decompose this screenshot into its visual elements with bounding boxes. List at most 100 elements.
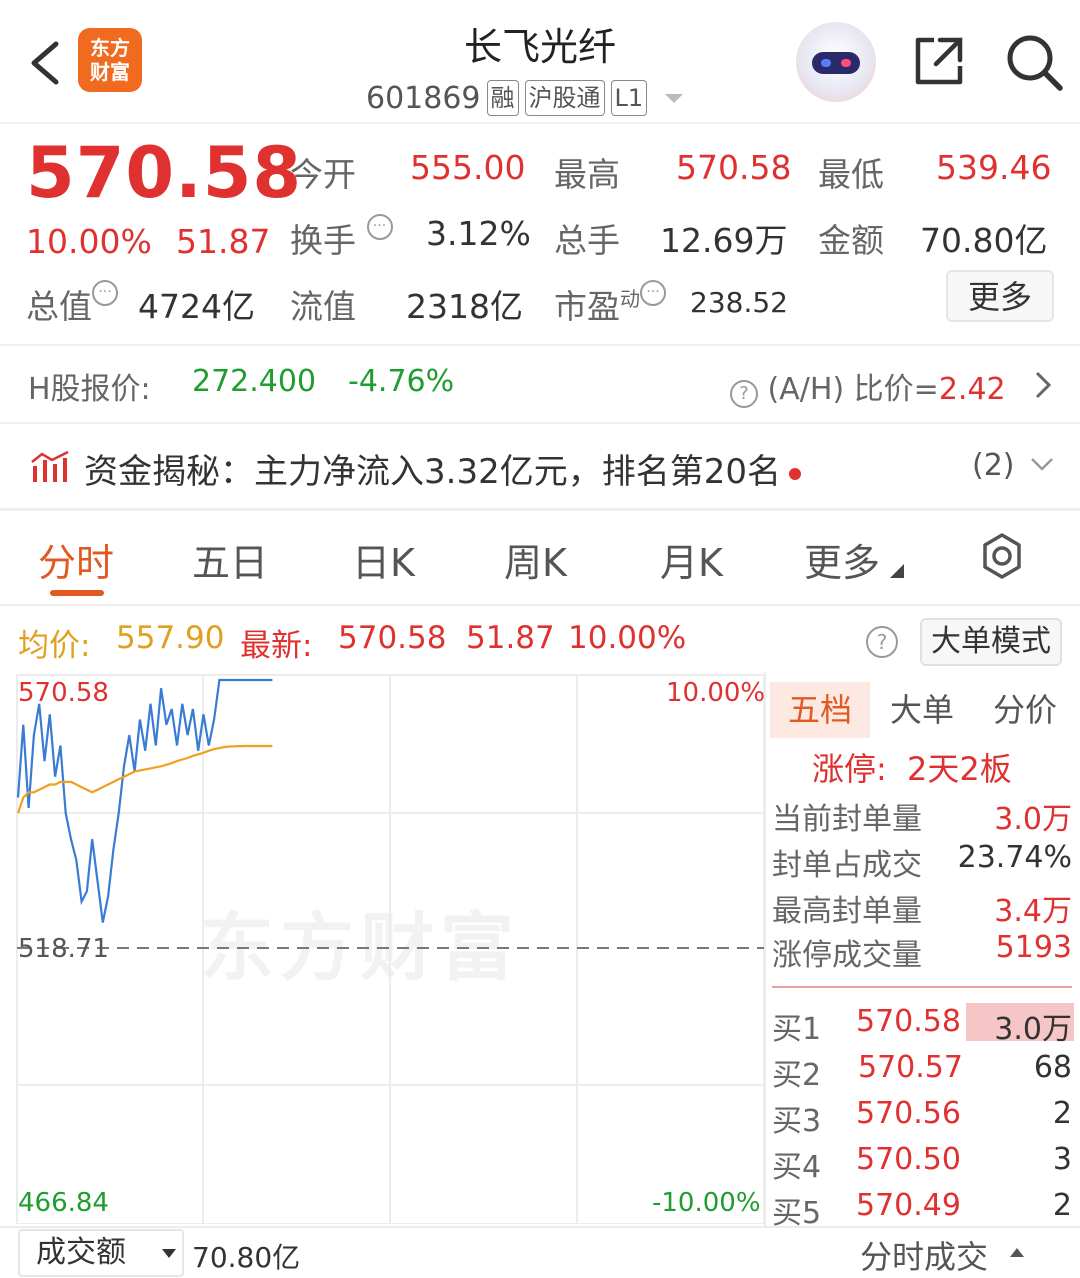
stock-code: 601869 — [366, 80, 481, 116]
tab-weekly-k[interactable]: 周K — [504, 532, 567, 587]
indicator-select-value: 成交额 — [36, 1235, 126, 1270]
market-cap-label: 总值 ··· — [26, 280, 118, 328]
bid-price: 570.56 — [856, 1096, 961, 1131]
settings-gear-icon[interactable] — [978, 532, 1026, 580]
tick-trades-label: 分时成交 — [860, 1238, 989, 1276]
fund-flow-chart-icon — [31, 450, 69, 482]
back-arrow-icon[interactable] — [28, 40, 62, 86]
more-fields-button[interactable]: 更多 — [946, 270, 1054, 322]
pct-max-label: 10.00% — [666, 678, 766, 708]
pe-value: 238.52 — [690, 286, 788, 319]
active-tab-indicator — [50, 590, 104, 596]
float-cap-value: 2318亿 — [406, 287, 523, 326]
chevron-right-icon[interactable] — [1034, 370, 1052, 400]
ah-ratio[interactable]: ? (A/H) 比价=2.42 — [730, 364, 1006, 408]
price-series — [16, 678, 273, 923]
stat-value: 5193 — [995, 930, 1072, 965]
assistant-robot-icon[interactable] — [796, 22, 876, 102]
turnover-label-text: 换手 — [290, 221, 356, 260]
expand-caret-icon[interactable] — [665, 93, 684, 103]
avg-price-line — [16, 744, 273, 814]
open-label: 今开 — [290, 155, 356, 194]
order-panel-tabs: 五档 大单 分价 — [770, 682, 1076, 738]
y-max-label: 570.58 — [18, 678, 109, 708]
bid-volume: 2 — [1052, 1096, 1072, 1131]
bid-label: 买2 — [772, 1058, 822, 1093]
low-label: 最低 — [818, 155, 884, 194]
bid-label: 买3 — [772, 1104, 822, 1139]
pe-label: 市盈动 ··· — [554, 280, 666, 328]
avg-price-label: 均价: — [18, 628, 91, 664]
stat-value: 3.0万 — [994, 802, 1072, 837]
volume-label: 总手 — [554, 221, 620, 260]
y-min-label: 466.84 — [18, 1188, 109, 1218]
latest-price: 570.58 — [338, 620, 447, 656]
fund-flow-count: (2) — [972, 448, 1015, 483]
chart-help-icon[interactable]: ? — [866, 626, 898, 658]
bid-label: 买4 — [772, 1150, 822, 1185]
tab-more[interactable]: 更多 — [804, 532, 880, 587]
bid-price: 570.50 — [856, 1142, 961, 1177]
avg-price-series — [16, 744, 273, 814]
chevron-down-icon[interactable] — [1030, 456, 1054, 472]
ah-help-icon[interactable]: ? — [730, 380, 758, 408]
y-mid-label: 518.71 — [18, 934, 109, 964]
corner-triangle-icon — [890, 564, 904, 578]
tab-big-orders[interactable]: 大单 — [872, 682, 972, 738]
bid-price: 570.58 — [856, 1004, 961, 1039]
search-icon[interactable] — [1004, 32, 1064, 92]
turnover-value: 3.12% — [426, 214, 531, 253]
share-icon[interactable] — [910, 32, 968, 90]
chart-grid — [16, 674, 765, 1224]
indicator-value: 70.80亿 — [192, 1241, 301, 1274]
price-line — [16, 678, 273, 923]
big-order-mode-button[interactable]: 大单模式 — [920, 618, 1062, 666]
tab-monthly-k[interactable]: 月K — [660, 532, 723, 587]
tab-five-levels[interactable]: 五档 — [770, 682, 870, 738]
amount-value: 70.80亿 — [920, 221, 1048, 260]
bid-row-4[interactable]: 买4 570.50 3 — [772, 1138, 1072, 1185]
stat-value: 23.74% — [957, 840, 1072, 875]
tab-intraday[interactable]: 分时 — [38, 532, 114, 587]
market-cap-info-icon[interactable]: ··· — [92, 280, 118, 306]
bid-volume: 2 — [1052, 1188, 1072, 1223]
high-label: 最高 — [554, 155, 620, 194]
bid-row-1[interactable]: 买1 570.58 3.0万 — [772, 1000, 1074, 1047]
turnover-label: 换手 ··· — [290, 214, 393, 262]
bid-row-3[interactable]: 买3 570.56 2 — [772, 1092, 1072, 1139]
tab-daily-k[interactable]: 日K — [352, 532, 415, 587]
fund-flow-summary[interactable]: 资金揭秘：主力净流入3.32亿元，排名第20名 — [84, 444, 801, 493]
high-value: 570.58 — [676, 148, 792, 187]
pe-info-icon[interactable]: ··· — [640, 280, 666, 306]
current-price: 570.58 — [26, 132, 303, 214]
turnover-info-icon[interactable]: ··· — [366, 214, 393, 240]
change-percent: 10.00% — [26, 222, 152, 261]
avg-price-value: 557.90 — [116, 620, 225, 656]
h-share-change: -4.76% — [348, 364, 455, 399]
bid-price: 570.49 — [856, 1188, 961, 1223]
change-amount: 51.87 — [176, 222, 271, 261]
stat-label: 最高封单量 — [772, 894, 922, 929]
float-cap-label: 流值 — [290, 287, 356, 326]
fund-flow-text: 资金揭秘：主力净流入3.32亿元，排名第20名 — [84, 452, 781, 492]
bid-label: 买1 — [772, 1012, 822, 1047]
indicator-select[interactable]: 成交额 — [18, 1229, 184, 1277]
tick-trades-button[interactable]: 分时成交 — [860, 1232, 1024, 1278]
stat-label: 当前封单量 — [772, 802, 922, 837]
tab-price-distribution[interactable]: 分价 — [974, 682, 1076, 738]
volume-value: 12.69万 — [660, 221, 788, 260]
latest-change: 51.87 — [466, 620, 555, 656]
bid-volume: 3 — [1052, 1142, 1072, 1177]
limit-up-label: 涨停: — [812, 750, 887, 788]
tab-five-day[interactable]: 五日 — [192, 532, 268, 587]
pe-label-text: 市盈 — [554, 287, 620, 326]
pe-superscript: 动 — [620, 287, 640, 311]
expand-up-icon — [1010, 1248, 1024, 1257]
amount-label: 金额 — [818, 221, 884, 260]
stock-code-row: 601869 融 沪股通 L1 — [366, 78, 684, 118]
bid-row-2[interactable]: 买2 570.57 68 — [772, 1046, 1072, 1093]
stock-name: 长飞光纤 — [463, 25, 616, 69]
bid-row-5[interactable]: 买5 570.49 2 — [772, 1184, 1072, 1231]
panel-divider — [772, 986, 1072, 988]
intraday-chart[interactable] — [0, 672, 768, 1224]
